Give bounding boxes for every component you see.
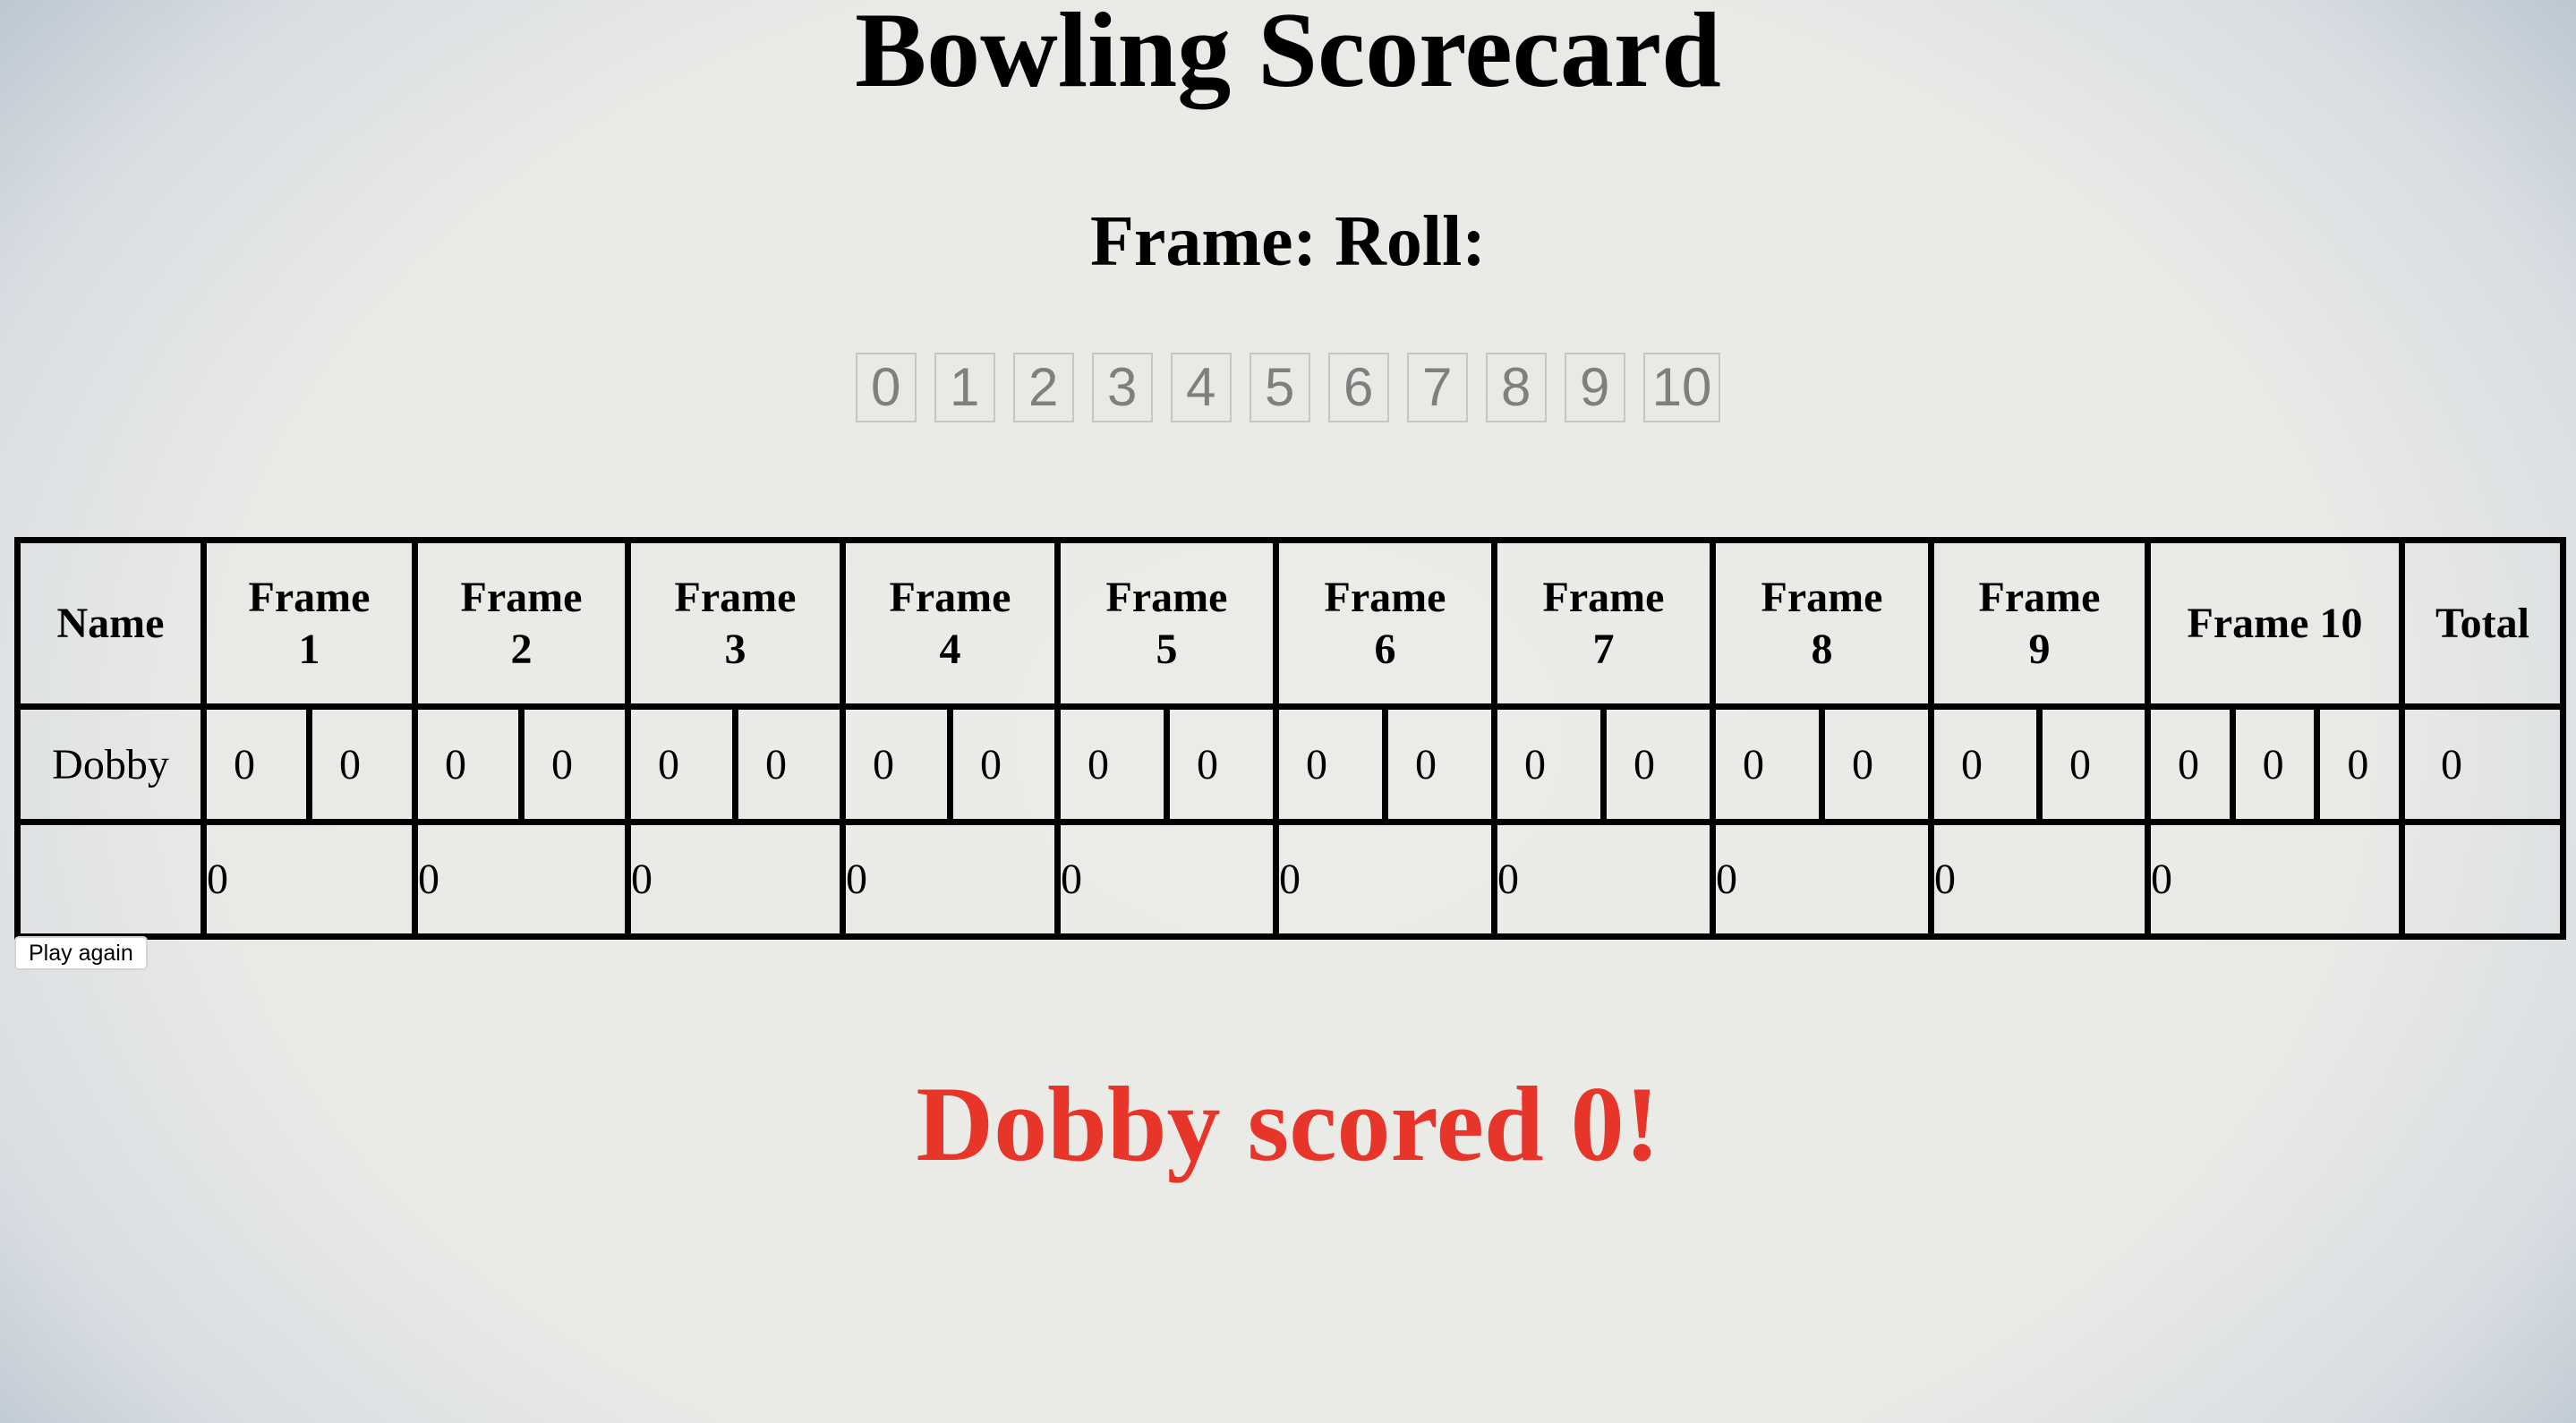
player-total: 0 — [2399, 703, 2566, 825]
roll-box: 0 — [1600, 710, 1710, 819]
header-total: Total — [2399, 537, 2566, 710]
pin-button-3[interactable]: 3 — [1091, 353, 1153, 422]
roll-box: 0 — [2036, 710, 2145, 819]
pin-button-8[interactable]: 8 — [1485, 353, 1547, 422]
frame-10-score: 0 — [2145, 819, 2405, 940]
roll-box: 0 — [445, 740, 466, 788]
frame-label: Frame: — [1089, 202, 1318, 281]
frame-10-rolls: 000 — [2145, 703, 2405, 825]
player-name: Dobby — [14, 703, 207, 825]
roll-box: 0 — [658, 740, 679, 788]
header-frame-10: Frame 10 — [2145, 537, 2405, 710]
roll-box: 0 — [1961, 740, 1983, 788]
frame-9-rolls: 00 — [1928, 703, 2151, 825]
result-message: Dobby scored 0! — [916, 1064, 1660, 1183]
roll-box: 0 — [1819, 710, 1928, 819]
roll-box: 0 — [732, 710, 840, 819]
header-row: Name Frame 1 Frame 2 Frame 3 Frame 4 Fra… — [14, 537, 2566, 710]
frame-5-rolls: 00 — [1054, 703, 1279, 825]
pin-button-9[interactable]: 9 — [1564, 353, 1625, 422]
frame-3-rolls: 00 — [625, 703, 846, 825]
roll-box: 0 — [873, 740, 894, 788]
roll-box: 0 — [234, 740, 255, 788]
header-frame-4: Frame 4 — [840, 537, 1061, 710]
roll-box: 0 — [1164, 710, 1273, 819]
pin-button-1[interactable]: 1 — [934, 353, 995, 422]
frame-5-score: 0 — [1054, 819, 1279, 940]
pin-button-7[interactable]: 7 — [1406, 353, 1468, 422]
roll-box: 0 — [1743, 740, 1764, 788]
play-again-button[interactable]: Play again — [14, 936, 148, 970]
header-frame-3: Frame 3 — [625, 537, 846, 710]
frame-9-score: 0 — [1928, 819, 2151, 940]
roll-box: 0 — [1306, 740, 1327, 788]
roll-box: 0 — [947, 710, 1054, 819]
roll-box: 0 — [2314, 710, 2399, 819]
frame-4-rolls: 00 — [840, 703, 1061, 825]
pin-button-6[interactable]: 6 — [1327, 353, 1389, 422]
frame-roll-status: Frame: Roll: — [0, 199, 2576, 285]
frame-4-score: 0 — [840, 819, 1061, 940]
frame-8-score: 0 — [1710, 819, 1934, 940]
pin-button-4[interactable]: 4 — [1170, 353, 1232, 422]
header-frame-5: Frame 5 — [1054, 537, 1279, 710]
pin-button-5[interactable]: 5 — [1249, 353, 1310, 422]
player-rolls-row: Dobby 00 00 00 00 00 00 00 00 00 000 0 — [14, 703, 2566, 825]
roll-box: 0 — [1382, 710, 1491, 819]
pin-button-2[interactable]: 2 — [1012, 353, 1074, 422]
frame-scores-row: 0 0 0 0 0 0 0 0 0 0 — [14, 819, 2566, 940]
roll-box: 0 — [1524, 740, 1546, 788]
header-name: Name — [14, 537, 207, 710]
roll-box: 0 — [518, 710, 625, 819]
header-frame-1: Frame 1 — [200, 537, 418, 710]
roll-label: Roll: — [1335, 202, 1487, 281]
roll-box: 0 — [2178, 740, 2199, 788]
frame-7-rolls: 00 — [1491, 703, 1716, 825]
frame-6-rolls: 00 — [1273, 703, 1497, 825]
roll-box: 0 — [306, 710, 412, 819]
frame-2-rolls: 00 — [412, 703, 631, 825]
pin-button-10[interactable]: 10 — [1642, 353, 1721, 422]
header-frame-6: Frame 6 — [1273, 537, 1497, 710]
empty-name-cell — [14, 819, 207, 940]
frame-7-score: 0 — [1491, 819, 1716, 940]
empty-total-cell — [2399, 819, 2566, 940]
scorecard-table: Name Frame 1 Frame 2 Frame 3 Frame 4 Fra… — [14, 537, 2566, 940]
frame-1-score: 0 — [200, 819, 418, 940]
header-frame-2: Frame 2 — [412, 537, 631, 710]
roll-box: 0 — [2229, 710, 2315, 819]
frame-3-score: 0 — [625, 819, 846, 940]
page-title: Bowling Scorecard — [855, 0, 1721, 109]
header-frame-8: Frame 8 — [1710, 537, 1934, 710]
frame-8-rolls: 00 — [1710, 703, 1934, 825]
header-frame-7: Frame 7 — [1491, 537, 1716, 710]
frame-6-score: 0 — [1273, 819, 1497, 940]
frame-2-score: 0 — [412, 819, 631, 940]
header-frame-9: Frame 9 — [1928, 537, 2151, 710]
pin-buttons: 0 1 2 3 4 5 6 7 8 9 10 — [0, 353, 2576, 422]
pin-button-0[interactable]: 0 — [855, 353, 917, 422]
roll-box: 0 — [1088, 740, 1109, 788]
frame-1-rolls: 00 — [200, 703, 418, 825]
